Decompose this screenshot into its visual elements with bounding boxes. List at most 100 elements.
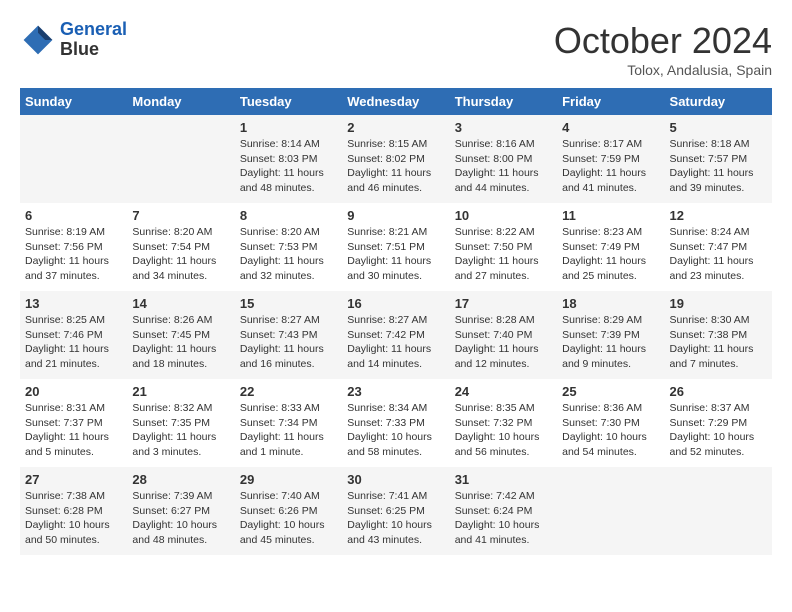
calendar-body: 1Sunrise: 8:14 AM Sunset: 8:03 PM Daylig… [20,115,772,555]
day-cell: 1Sunrise: 8:14 AM Sunset: 8:03 PM Daylig… [235,115,342,203]
day-cell: 16Sunrise: 8:27 AM Sunset: 7:42 PM Dayli… [342,291,449,379]
day-number: 24 [455,384,552,399]
day-cell: 10 Sunrise: 8:22 AM Sunset: 7:50 PM Dayli… [450,203,557,291]
header: General Blue October 2024 Tolox, Andalus… [20,20,772,78]
day-info: Sunrise: 8:20 AM Sunset: 7:53 PM Dayligh… [240,225,337,284]
day-number: 8 [240,208,337,223]
logo-icon [20,22,56,58]
calendar-table: Sunday Monday Tuesday Wednesday Thursday… [20,88,772,555]
week-row-4: 20 Sunrise: 8:31 AM Sunset: 7:37 PM Dayli… [20,379,772,467]
day-cell: 6Sunrise: 8:19 AM Sunset: 7:56 PM Daylig… [20,203,127,291]
week-row-1: 1Sunrise: 8:14 AM Sunset: 8:03 PM Daylig… [20,115,772,203]
day-cell: 18 Sunrise: 8:29 AM Sunset: 7:39 PM Dayli… [557,291,664,379]
day-info: Sunrise: 8:18 AM Sunset: 7:57 PM Dayligh… [670,137,767,196]
day-info: Sunrise: 8:36 AM Sunset: 7:30 PM Dayligh… [562,401,659,460]
day-cell: 15 Sunrise: 8:27 AM Sunset: 7:43 PM Dayli… [235,291,342,379]
day-cell: 21 Sunrise: 8:32 AM Sunset: 7:35 PM Dayli… [127,379,234,467]
day-info: Sunrise: 7:41 AM Sunset: 6:25 PM Dayligh… [347,489,444,548]
day-cell: 30 Sunrise: 7:41 AM Sunset: 6:25 PM Dayli… [342,467,449,555]
day-info: Sunrise: 8:21 AM Sunset: 7:51 PM Dayligh… [347,225,444,284]
day-cell: 12 Sunrise: 8:24 AM Sunset: 7:47 PM Dayli… [665,203,772,291]
day-cell: 3 Sunrise: 8:16 AM Sunset: 8:00 PM Daylig… [450,115,557,203]
day-number: 13 [25,296,122,311]
day-cell: 5 Sunrise: 8:18 AM Sunset: 7:57 PM Daylig… [665,115,772,203]
day-cell: 4Sunrise: 8:17 AM Sunset: 7:59 PM Daylig… [557,115,664,203]
day-number: 12 [670,208,767,223]
day-info: Sunrise: 8:30 AM Sunset: 7:38 PM Dayligh… [670,313,767,372]
day-number: 7 [132,208,229,223]
week-row-3: 13Sunrise: 8:25 AM Sunset: 7:46 PM Dayli… [20,291,772,379]
day-info: Sunrise: 8:23 AM Sunset: 7:49 PM Dayligh… [562,225,659,284]
location-subtitle: Tolox, Andalusia, Spain [554,62,772,78]
day-number: 18 [562,296,659,311]
day-info: Sunrise: 8:35 AM Sunset: 7:32 PM Dayligh… [455,401,552,460]
day-number: 9 [347,208,444,223]
day-number: 28 [132,472,229,487]
day-number: 3 [455,120,552,135]
week-row-5: 27 Sunrise: 7:38 AM Sunset: 6:28 PM Dayli… [20,467,772,555]
day-info: Sunrise: 8:32 AM Sunset: 7:35 PM Dayligh… [132,401,229,460]
day-cell: 13Sunrise: 8:25 AM Sunset: 7:46 PM Dayli… [20,291,127,379]
day-cell: 11 Sunrise: 8:23 AM Sunset: 7:49 PM Dayli… [557,203,664,291]
logo: General Blue [20,20,127,60]
day-cell [665,467,772,555]
day-number: 26 [670,384,767,399]
day-number: 22 [240,384,337,399]
day-info: Sunrise: 8:28 AM Sunset: 7:40 PM Dayligh… [455,313,552,372]
day-cell: 9 Sunrise: 8:21 AM Sunset: 7:51 PM Daylig… [342,203,449,291]
col-friday: Friday [557,88,664,115]
day-info: Sunrise: 8:22 AM Sunset: 7:50 PM Dayligh… [455,225,552,284]
day-cell: 2 Sunrise: 8:15 AM Sunset: 8:02 PM Daylig… [342,115,449,203]
day-info: Sunrise: 7:38 AM Sunset: 6:28 PM Dayligh… [25,489,122,548]
col-saturday: Saturday [665,88,772,115]
day-info: Sunrise: 8:34 AM Sunset: 7:33 PM Dayligh… [347,401,444,460]
day-cell: 8 Sunrise: 8:20 AM Sunset: 7:53 PM Daylig… [235,203,342,291]
day-number: 5 [670,120,767,135]
header-row: Sunday Monday Tuesday Wednesday Thursday… [20,88,772,115]
week-row-2: 6Sunrise: 8:19 AM Sunset: 7:56 PM Daylig… [20,203,772,291]
day-cell: 23 Sunrise: 8:34 AM Sunset: 7:33 PM Dayli… [342,379,449,467]
day-info: Sunrise: 8:31 AM Sunset: 7:37 PM Dayligh… [25,401,122,460]
day-cell: 29 Sunrise: 7:40 AM Sunset: 6:26 PM Dayli… [235,467,342,555]
day-number: 21 [132,384,229,399]
day-number: 15 [240,296,337,311]
col-monday: Monday [127,88,234,115]
day-number: 27 [25,472,122,487]
col-wednesday: Wednesday [342,88,449,115]
day-cell: 28Sunrise: 7:39 AM Sunset: 6:27 PM Dayli… [127,467,234,555]
day-info: Sunrise: 7:40 AM Sunset: 6:26 PM Dayligh… [240,489,337,548]
day-number: 4 [562,120,659,135]
day-cell: 27 Sunrise: 7:38 AM Sunset: 6:28 PM Dayli… [20,467,127,555]
day-cell: 26Sunrise: 8:37 AM Sunset: 7:29 PM Dayli… [665,379,772,467]
day-number: 23 [347,384,444,399]
day-info: Sunrise: 8:29 AM Sunset: 7:39 PM Dayligh… [562,313,659,372]
day-number: 20 [25,384,122,399]
day-number: 17 [455,296,552,311]
day-number: 11 [562,208,659,223]
logo-text: General Blue [60,20,127,60]
day-cell [127,115,234,203]
day-cell: 31Sunrise: 7:42 AM Sunset: 6:24 PM Dayli… [450,467,557,555]
day-cell: 7Sunrise: 8:20 AM Sunset: 7:54 PM Daylig… [127,203,234,291]
day-number: 10 [455,208,552,223]
month-title: October 2024 [554,20,772,62]
day-number: 31 [455,472,552,487]
day-info: Sunrise: 8:26 AM Sunset: 7:45 PM Dayligh… [132,313,229,372]
day-info: Sunrise: 8:16 AM Sunset: 8:00 PM Dayligh… [455,137,552,196]
day-number: 30 [347,472,444,487]
day-number: 19 [670,296,767,311]
day-info: Sunrise: 8:14 AM Sunset: 8:03 PM Dayligh… [240,137,337,196]
day-number: 29 [240,472,337,487]
day-number: 25 [562,384,659,399]
day-info: Sunrise: 8:15 AM Sunset: 8:02 PM Dayligh… [347,137,444,196]
day-info: Sunrise: 8:24 AM Sunset: 7:47 PM Dayligh… [670,225,767,284]
col-tuesday: Tuesday [235,88,342,115]
day-cell [20,115,127,203]
day-info: Sunrise: 8:27 AM Sunset: 7:43 PM Dayligh… [240,313,337,372]
day-cell: 19 Sunrise: 8:30 AM Sunset: 7:38 PM Dayli… [665,291,772,379]
day-cell: 24 Sunrise: 8:35 AM Sunset: 7:32 PM Dayli… [450,379,557,467]
day-cell: 20 Sunrise: 8:31 AM Sunset: 7:37 PM Dayli… [20,379,127,467]
day-number: 2 [347,120,444,135]
calendar-header: Sunday Monday Tuesday Wednesday Thursday… [20,88,772,115]
day-info: Sunrise: 8:27 AM Sunset: 7:42 PM Dayligh… [347,313,444,372]
